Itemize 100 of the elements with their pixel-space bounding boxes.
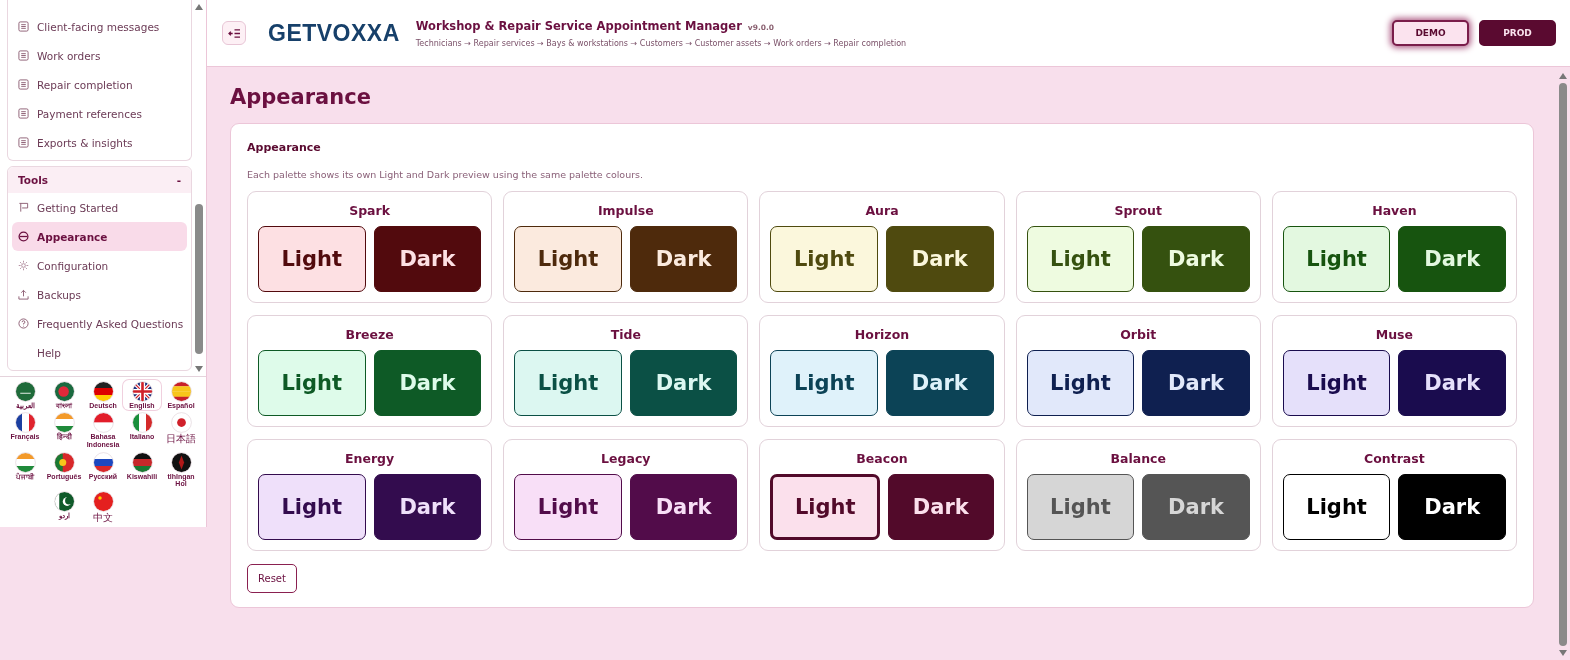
light-preview[interactable]: Light: [1282, 350, 1391, 416]
light-preview[interactable]: Light: [1026, 226, 1135, 292]
dark-preview[interactable]: Dark: [629, 474, 738, 540]
palette-card[interactable]: Balance Light Dark: [1015, 439, 1261, 551]
nav-item[interactable]: Appearance: [12, 222, 187, 251]
dark-preview[interactable]: Dark: [1398, 474, 1506, 540]
dark-preview[interactable]: Dark: [886, 350, 994, 416]
palette-name: Breeze: [345, 327, 394, 342]
scrollbar-thumb[interactable]: [1559, 83, 1567, 646]
palette-card[interactable]: Aura Light Dark: [759, 191, 1005, 303]
collapse-menu-icon: [227, 27, 241, 39]
dark-preview[interactable]: Dark: [1398, 350, 1506, 416]
palette-card[interactable]: Breeze Light Dark: [247, 315, 493, 427]
card-description: Each palette shows its own Light and Dark preview using the same palette colours.: [247, 169, 645, 180]
palette-name: Beacon: [856, 451, 908, 466]
dark-preview[interactable]: Dark: [373, 350, 482, 416]
palette-name: Spark: [349, 203, 391, 218]
light-preview[interactable]: Light: [1026, 474, 1135, 540]
scroll-down-icon[interactable]: [195, 365, 203, 372]
light-preview[interactable]: Light: [770, 226, 878, 292]
light-preview[interactable]: Light: [514, 350, 622, 416]
flag-icon: [14, 412, 36, 434]
palette-name: Contrast: [1364, 451, 1425, 466]
mode-button[interactable]: DEMO: [1392, 20, 1469, 46]
scroll-down-icon[interactable]: [1559, 650, 1567, 656]
palette-card[interactable]: Tide Light Dark: [503, 315, 749, 427]
palette-card[interactable]: Spark Light Dark: [247, 191, 493, 303]
nav-item[interactable]: Configuration: [12, 251, 187, 280]
palette-card[interactable]: Legacy Light Dark: [503, 439, 749, 551]
nav-item[interactable]: Repair completion: [12, 70, 187, 99]
palette-card[interactable]: Orbit Light Dark: [1015, 315, 1261, 427]
light-preview[interactable]: Light: [514, 226, 622, 292]
tools-header[interactable]: Tools -: [8, 167, 191, 193]
flag-icon: [131, 412, 153, 434]
palette-card[interactable]: Impulse Light Dark: [503, 191, 749, 303]
nav-item[interactable]: Work orders: [12, 41, 187, 70]
nav-item[interactable]: Client-facing messages: [12, 12, 187, 41]
palette-name: Impulse: [597, 203, 654, 218]
palette-card[interactable]: Beacon Light Dark: [759, 439, 1005, 551]
dark-preview[interactable]: Dark: [373, 226, 482, 292]
scrollbar-thumb[interactable]: [195, 204, 203, 354]
light-preview[interactable]: Light: [770, 350, 878, 416]
document-icon: [18, 137, 29, 148]
nav-item[interactable]: Backups: [12, 280, 187, 309]
light-preview[interactable]: Light: [1282, 226, 1391, 292]
workflow-breadcrumb: Technicians → Repair services → Bays & workstations → Customers → Customer assets → Work orders → Repair completion: [415, 38, 907, 48]
dark-preview[interactable]: Dark: [886, 226, 994, 292]
nav-item[interactable]: Payment references: [12, 99, 187, 128]
nav-item[interactable]: Help: [12, 338, 187, 367]
palette-card[interactable]: Sprout Light Dark: [1015, 191, 1261, 303]
light-preview[interactable]: Light: [1026, 350, 1135, 416]
dark-preview[interactable]: Dark: [629, 226, 738, 292]
flag-icon: [53, 380, 75, 402]
page-title: Appearance: [230, 85, 372, 109]
mode-button[interactable]: PROD: [1479, 20, 1556, 46]
flag-icon: [170, 380, 192, 402]
palette-card[interactable]: Haven Light Dark: [1271, 191, 1517, 303]
palette-card[interactable]: Contrast Light Dark: [1271, 439, 1517, 551]
nav-item[interactable]: Exports & insights: [12, 128, 187, 157]
flag-icon: [53, 412, 75, 434]
palette-name: Horizon: [854, 327, 910, 342]
logo: GETVOXXA: [268, 19, 400, 47]
palette-card[interactable]: Horizon Light Dark: [759, 315, 1005, 427]
palette-name: Sprout: [1114, 203, 1162, 218]
dark-preview[interactable]: Dark: [373, 474, 482, 540]
flag-icon: [131, 380, 153, 402]
app-title: Workshop & Repair Service Appointment Manager: [415, 18, 742, 33]
document-icon: [18, 108, 29, 119]
palette-card[interactable]: Muse Light Dark: [1271, 315, 1517, 427]
light-preview[interactable]: Light: [258, 350, 366, 416]
flag-icon: [14, 451, 36, 473]
light-preview[interactable]: Light: [1282, 474, 1391, 540]
palette-name: Aura: [865, 203, 899, 218]
card-title: Appearance: [247, 141, 322, 154]
dark-preview[interactable]: Dark: [888, 474, 994, 540]
language-option[interactable]: 日本語: [162, 411, 200, 450]
light-preview[interactable]: Light: [770, 474, 880, 540]
palette-card[interactable]: Energy Light Dark: [247, 439, 493, 551]
reset-button[interactable]: Reset: [247, 564, 297, 593]
palette-name: Legacy: [601, 451, 651, 466]
collapse-sidebar-button[interactable]: [222, 21, 246, 45]
light-preview[interactable]: Light: [258, 474, 366, 540]
light-preview[interactable]: Light: [258, 226, 366, 292]
dark-preview[interactable]: Dark: [1142, 350, 1250, 416]
dark-preview[interactable]: Dark: [1142, 474, 1250, 540]
nav-item[interactable]: Frequently Asked Questions: [12, 309, 187, 338]
upload-icon: [18, 289, 29, 300]
document-icon: [18, 79, 29, 90]
palette-name: Tide: [610, 327, 641, 342]
scroll-up-icon[interactable]: [195, 4, 203, 10]
language-option[interactable]: 中文: [84, 490, 122, 524]
scroll-up-icon[interactable]: [1559, 73, 1567, 79]
dark-preview[interactable]: Dark: [629, 350, 738, 416]
flag-icon: [92, 491, 114, 512]
light-preview[interactable]: Light: [514, 474, 622, 540]
dark-preview[interactable]: Dark: [1142, 226, 1250, 292]
flag-icon: [53, 451, 75, 473]
flag-icon: [53, 491, 75, 512]
nav-item[interactable]: Getting Started: [12, 193, 187, 222]
dark-preview[interactable]: Dark: [1398, 226, 1506, 292]
